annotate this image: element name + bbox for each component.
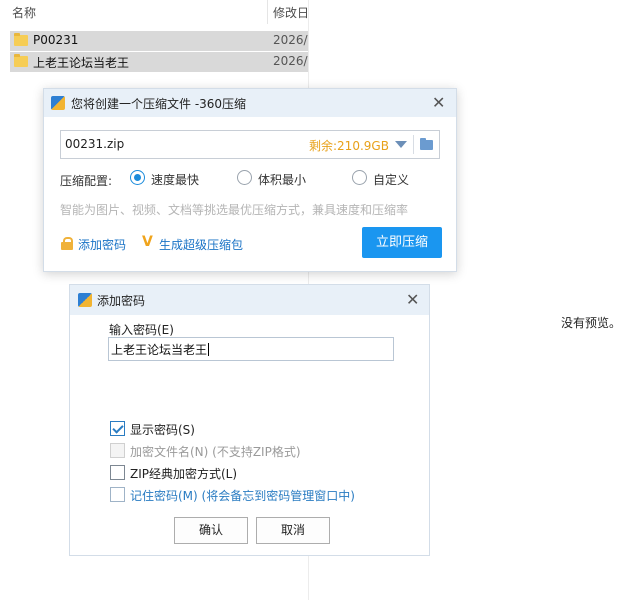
chevron-down-icon[interactable] — [395, 141, 407, 148]
checkbox-checked-icon — [110, 421, 125, 436]
password-input-label: 输入密码(E) — [109, 323, 174, 337]
compress-dialog: 您将创建一个压缩文件 -360压缩 ✕ 00231.zip 剩余:210.9GB… — [43, 88, 457, 272]
file-date: 2026/ — [273, 54, 308, 68]
file-row[interactable]: P00231 2026/ — [10, 31, 308, 51]
checkbox-unchecked-icon — [110, 487, 125, 502]
compress-dialog-title: 您将创建一个压缩文件 -360压缩 — [71, 97, 247, 111]
free-space-label: 剩余:210.9GB — [309, 139, 389, 153]
vip-v-icon: V — [142, 234, 153, 250]
cancel-button[interactable]: 取消 — [256, 517, 330, 544]
app-logo-icon — [51, 96, 65, 110]
app-logo-icon — [78, 293, 92, 307]
input-separator — [413, 135, 414, 154]
file-date: 2026/ — [273, 33, 308, 47]
compress-hint: 智能为图片、视频、文档等挑选最优压缩方式，兼具速度和压缩率 — [60, 203, 409, 217]
radio-unselected-icon — [237, 170, 252, 185]
radio-selected-icon — [130, 170, 145, 185]
column-date-header[interactable]: 修改日 — [273, 4, 309, 21]
radio-unselected-icon — [352, 170, 367, 185]
confirm-button[interactable]: 确认 — [174, 517, 248, 544]
super-compress-link[interactable]: V 生成超级压缩包 — [142, 234, 262, 252]
remember-password-checkbox[interactable]: 记住密码(M) (将会备忘到密码管理窗口中) — [110, 487, 370, 503]
archive-path-input[interactable]: 00231.zip 剩余:210.9GB — [60, 130, 440, 159]
lock-icon — [61, 237, 73, 250]
show-password-checkbox[interactable]: 显示密码(S) — [110, 421, 370, 437]
zip-classic-encryption-checkbox[interactable]: ZIP经典加密方式(L) — [110, 465, 370, 481]
password-dialog-title: 添加密码 — [97, 294, 146, 308]
sort-caret-icon: ^ — [132, 0, 140, 5]
password-value[interactable]: 上老王论坛当老王 — [111, 341, 209, 358]
preview-pane-message: 没有预览。 — [561, 316, 621, 330]
radio-custom[interactable]: 自定义 — [352, 170, 432, 187]
compress-dialog-titlebar[interactable]: 您将创建一个压缩文件 -360压缩 ✕ — [44, 89, 456, 117]
add-password-link[interactable]: 添加密码 — [60, 235, 130, 252]
browse-folder-icon[interactable] — [419, 135, 435, 154]
checkbox-unchecked-icon — [110, 465, 125, 480]
close-icon[interactable]: ✕ — [406, 292, 419, 308]
file-row[interactable]: 上老王论坛当老王 2026/ — [10, 52, 308, 72]
folder-icon — [14, 54, 28, 67]
compress-config-label: 压缩配置: — [60, 174, 113, 188]
archive-filename[interactable]: 00231.zip — [65, 137, 124, 151]
file-name: 上老王论坛当老王 — [33, 56, 130, 70]
compress-now-button[interactable]: 立即压缩 — [362, 227, 442, 258]
file-name: P00231 — [33, 33, 79, 47]
folder-icon — [14, 33, 28, 46]
column-header: 名称 ^ 修改日 — [0, 0, 309, 24]
column-separator[interactable] — [267, 0, 268, 24]
add-password-dialog: 添加密码 ✕ 输入密码(E) 上老王论坛当老王 显示密码(S) 加密文件名(N)… — [69, 284, 430, 556]
encrypt-filenames-checkbox: 加密文件名(N) (不支持ZIP格式) — [110, 443, 370, 459]
checkbox-disabled-icon — [110, 443, 125, 458]
password-input[interactable]: 上老王论坛当老王 — [108, 337, 394, 361]
password-dialog-titlebar[interactable]: 添加密码 ✕ — [70, 285, 429, 315]
column-name-header[interactable]: 名称 — [12, 4, 36, 21]
radio-speed-fastest[interactable]: 速度最快 — [130, 170, 220, 187]
radio-size-smallest[interactable]: 体积最小 — [237, 170, 327, 187]
close-icon[interactable]: ✕ — [432, 95, 445, 111]
